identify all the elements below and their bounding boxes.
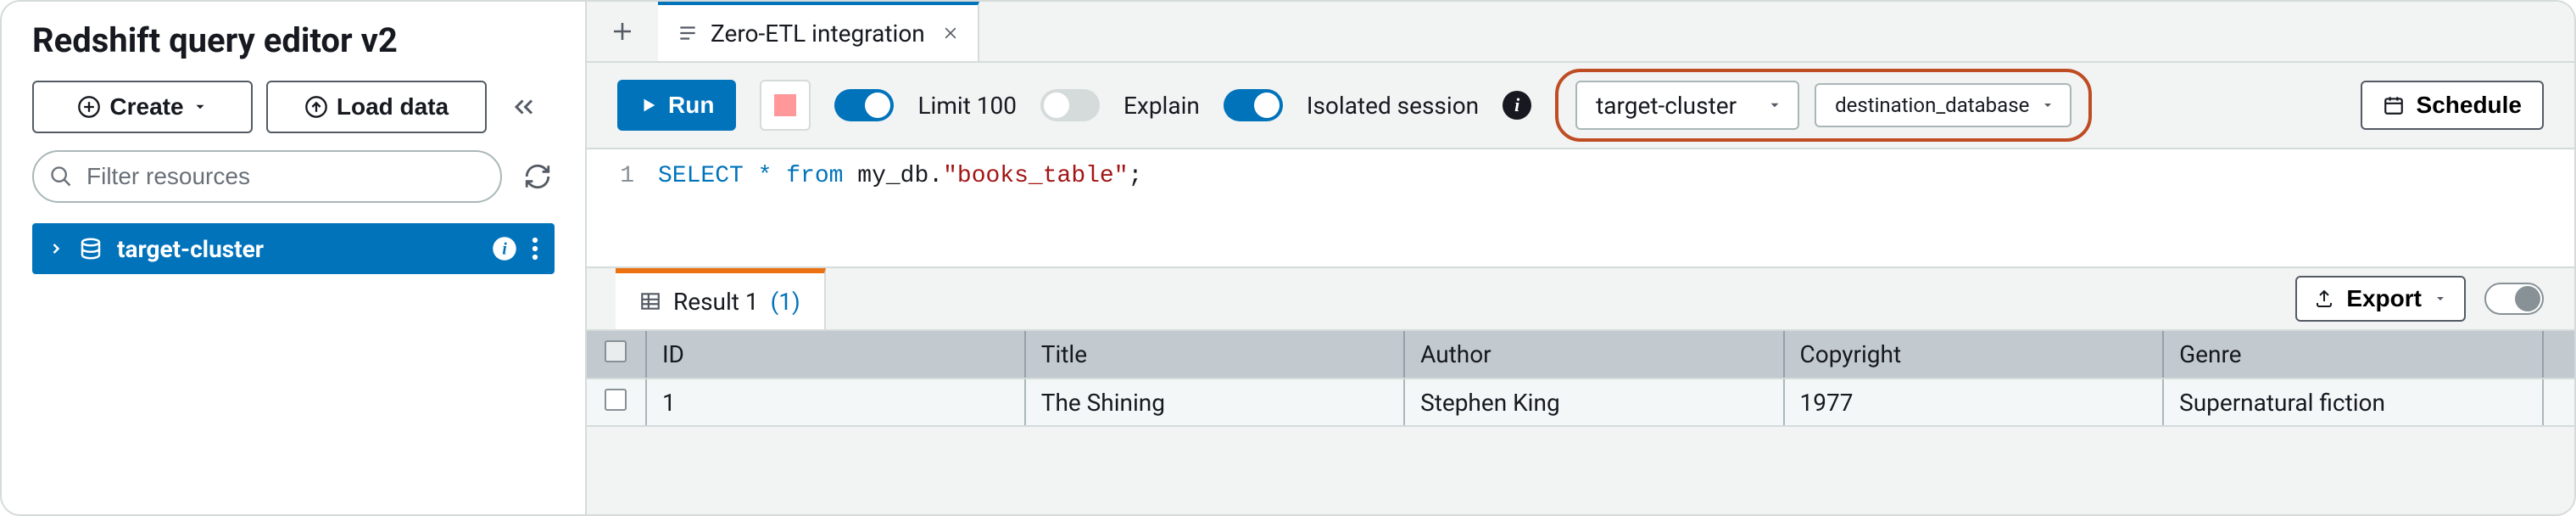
col-copyright[interactable]: Copyright xyxy=(1784,331,2164,379)
table-header-row: ID Title Author Copyright Genre xyxy=(587,331,2574,379)
run-button[interactable]: Run xyxy=(617,80,736,131)
schedule-button[interactable]: Schedule xyxy=(2361,81,2544,130)
result-tab-label: Result 1 xyxy=(673,288,759,316)
filter-resources-input[interactable] xyxy=(32,150,502,203)
cell-copyright: 1977 xyxy=(1784,379,2164,426)
info-icon[interactable]: i xyxy=(1503,91,1531,120)
cluster-dropdown[interactable]: target-cluster xyxy=(1575,81,1799,130)
explain-toggle[interactable] xyxy=(1040,89,1100,121)
sidebar: Redshift query editor v2 Create Load dat… xyxy=(2,2,587,514)
caret-down-icon xyxy=(2434,292,2447,306)
results-panel: Result 1 (1) Export xyxy=(587,266,2574,514)
app-root: Redshift query editor v2 Create Load dat… xyxy=(0,0,2576,516)
results-table: ID Title Author Copyright Genre 1 The xyxy=(587,331,2574,427)
caret-down-icon xyxy=(192,99,208,115)
resource-tree: target-cluster i xyxy=(2,223,585,274)
calendar-icon xyxy=(2383,94,2405,116)
collapse-sidebar-button[interactable] xyxy=(500,81,548,133)
result-tab-count: (1) xyxy=(771,288,800,316)
load-data-button[interactable]: Load data xyxy=(266,81,487,133)
results-tabs: Result 1 (1) Export xyxy=(587,268,2574,329)
chevron-double-left-icon xyxy=(509,92,539,122)
plus-circle-icon xyxy=(77,95,101,119)
cell-spacer xyxy=(2543,379,2574,426)
query-icon xyxy=(677,22,699,44)
export-icon xyxy=(2314,289,2334,309)
col-spacer xyxy=(2543,331,2574,379)
cell-id: 1 xyxy=(646,379,1025,426)
editor-tabs: Zero-ETL integration xyxy=(587,2,2574,63)
line-number: 1 xyxy=(587,163,658,189)
isolated-session-toggle[interactable] xyxy=(1224,89,1283,121)
create-button-label: Create xyxy=(109,93,183,121)
result-tab-1[interactable]: Result 1 (1) xyxy=(616,268,826,329)
caret-down-icon xyxy=(2041,98,2055,112)
explain-label: Explain xyxy=(1124,92,1200,120)
connection-selector-highlight: target-cluster destination_database xyxy=(1555,69,2092,142)
sidebar-toolbar: Create Load data xyxy=(2,81,585,150)
select-all-header[interactable] xyxy=(587,331,646,379)
new-tab-button[interactable] xyxy=(587,2,658,61)
cluster-icon xyxy=(78,236,103,261)
results-panel-toggle[interactable] xyxy=(2484,283,2544,315)
limit-label: Limit 100 xyxy=(917,92,1017,120)
cell-title: The Shining xyxy=(1025,379,1404,426)
tree-item-label: target-cluster xyxy=(117,235,264,263)
col-title[interactable]: Title xyxy=(1025,331,1404,379)
table-row[interactable]: 1 The Shining Stephen King 1977 Supernat… xyxy=(587,379,2574,426)
tab-zero-etl[interactable]: Zero-ETL integration xyxy=(658,2,979,61)
isolated-session-label: Isolated session xyxy=(1307,92,1479,120)
app-title: Redshift query editor v2 xyxy=(2,15,585,81)
database-dropdown[interactable]: destination_database xyxy=(1815,83,2071,127)
export-button[interactable]: Export xyxy=(2295,276,2466,322)
checkbox-icon xyxy=(605,340,627,362)
refresh-icon xyxy=(523,162,552,191)
cell-genre: Supernatural fiction xyxy=(2163,379,2543,426)
info-icon[interactable]: i xyxy=(492,236,517,261)
refresh-button[interactable] xyxy=(514,153,561,200)
plus-icon xyxy=(610,19,635,44)
col-genre[interactable]: Genre xyxy=(2163,331,2543,379)
close-icon xyxy=(942,25,959,42)
filter-row xyxy=(2,150,585,223)
cluster-dropdown-label: target-cluster xyxy=(1596,92,1737,120)
editor-toolbar: Run Limit 100 Explain Isolated session i… xyxy=(587,63,2574,148)
table-icon xyxy=(639,290,661,312)
play-icon xyxy=(639,96,658,115)
tree-item-target-cluster[interactable]: target-cluster i xyxy=(32,223,555,274)
row-select[interactable] xyxy=(587,379,646,426)
export-label: Export xyxy=(2346,285,2422,312)
schedule-label: Schedule xyxy=(2417,92,2522,119)
search-icon xyxy=(49,165,73,188)
load-data-label: Load data xyxy=(337,93,449,121)
tab-label: Zero-ETL integration xyxy=(711,20,925,48)
col-id[interactable]: ID xyxy=(646,331,1025,379)
tab-close-button[interactable] xyxy=(937,25,959,42)
upload-icon xyxy=(304,95,328,119)
filter-input-wrap xyxy=(32,150,502,203)
limit-toggle[interactable] xyxy=(834,89,894,121)
database-dropdown-label: destination_database xyxy=(1835,93,2029,117)
sql-editor[interactable]: 1 SELECT * from my_db."books_table"; xyxy=(587,148,2574,266)
run-button-label: Run xyxy=(668,92,714,119)
cell-author: Stephen King xyxy=(1404,379,1783,426)
stop-icon xyxy=(774,94,796,116)
chevron-right-icon xyxy=(47,240,64,257)
sql-code[interactable]: SELECT * from my_db."books_table"; xyxy=(658,163,1142,189)
main: Zero-ETL integration Run Limit 100 Expla… xyxy=(587,2,2574,514)
checkbox-icon xyxy=(605,389,627,411)
more-vertical-icon[interactable] xyxy=(531,236,539,261)
create-button[interactable]: Create xyxy=(32,81,253,133)
caret-down-icon xyxy=(1767,98,1782,113)
svg-text:i: i xyxy=(502,239,507,258)
stop-button[interactable] xyxy=(760,80,811,131)
editor-line-1: 1 SELECT * from my_db."books_table"; xyxy=(587,163,2574,189)
col-author[interactable]: Author xyxy=(1404,331,1783,379)
results-grid: ID Title Author Copyright Genre 1 The xyxy=(587,329,2574,427)
